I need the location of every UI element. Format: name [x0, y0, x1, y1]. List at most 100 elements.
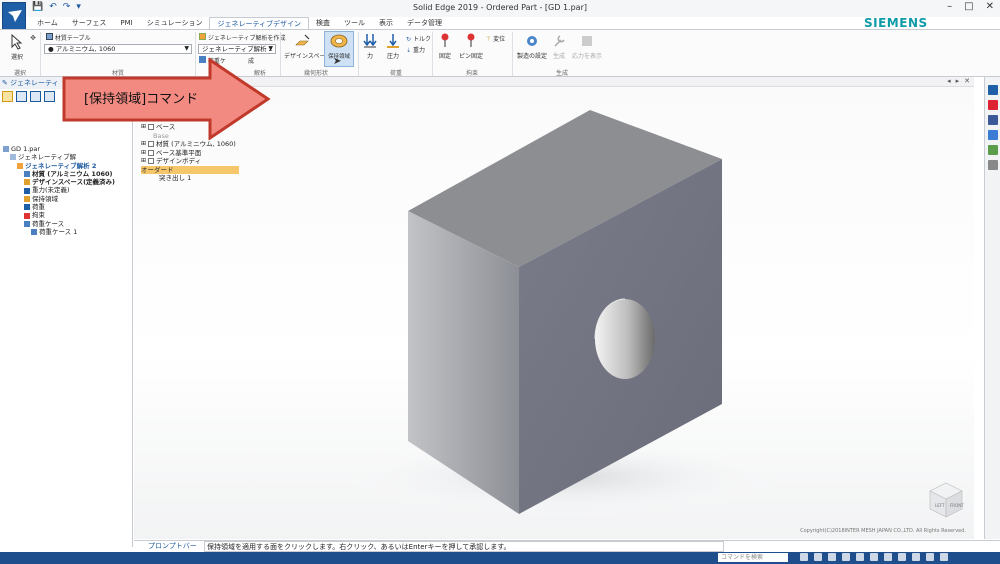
- tree-item-label: 材質 (アルミニウム 1060): [32, 169, 113, 178]
- ribbon-tabs: ホーム サーフェス PMI シミュレーション ジェネレーティブデザイン 検査 ツ…: [30, 17, 449, 29]
- loads-group-label: 荷重: [390, 70, 403, 77]
- constraints-group-label: 拘束: [466, 70, 479, 77]
- gravity-icon: ⇣: [406, 47, 412, 54]
- home-icon[interactable]: [988, 85, 998, 95]
- help-icon[interactable]: [988, 130, 998, 140]
- manufacturing-settings-button[interactable]: 製造の設定: [516, 33, 548, 60]
- stress-icon: [582, 36, 592, 46]
- tree-item-label: ジェネレーティブ解: [18, 153, 77, 162]
- tree-item[interactable]: 重力(未定義): [3, 186, 132, 194]
- callout-label: [保持領域]コマンド: [84, 92, 199, 107]
- force-button[interactable]: 力: [362, 33, 378, 60]
- community-icon[interactable]: [988, 145, 998, 155]
- maximize-button[interactable]: □: [964, 1, 973, 12]
- material-sphere-icon: ●: [48, 45, 54, 53]
- load-icon: [24, 204, 30, 211]
- displacement-button[interactable]: ⊤ 変位: [486, 34, 505, 43]
- shading-icon[interactable]: [870, 553, 878, 561]
- rotate-icon[interactable]: [842, 553, 850, 561]
- study-select[interactable]: ジェネレーティブ解析 2 ▼: [198, 44, 276, 54]
- status-icons: [800, 553, 948, 561]
- tree-item[interactable]: ジェネレーティブ解: [3, 153, 132, 161]
- tab-home[interactable]: ホーム: [30, 17, 65, 29]
- torque-button[interactable]: ↻ トルク: [406, 34, 431, 43]
- select-arrow-icon: [11, 33, 23, 50]
- gravity-button[interactable]: ⇣ 重力: [406, 45, 425, 54]
- prompt-bar: プロンプトバー 保持領域を適用する面をクリックします。右クリック、あるいはEnt…: [134, 540, 1000, 552]
- title-bar: 💾 ↶ ↷ ▾ Solid Edge 2019 - Ordered Part -…: [0, 0, 1000, 17]
- tree-item[interactable]: 材質 (アルミニウム 1060): [3, 170, 132, 178]
- pathfinder-panel: ✎ ジェネレーティ GD 1.par ジェネレーティブ解 ジェネレーティブ解析 2材…: [0, 77, 133, 547]
- study-folder-icon: [10, 154, 16, 161]
- window-controls: – □ ✕: [947, 1, 994, 12]
- image-icon[interactable]: [44, 91, 55, 102]
- fit-icon[interactable]: [814, 553, 822, 561]
- key-icon[interactable]: [2, 91, 13, 102]
- tree-item[interactable]: 拘束: [3, 211, 132, 219]
- zoom-icon[interactable]: [800, 553, 808, 561]
- generate-button[interactable]: 生成: [551, 33, 567, 60]
- view-cube[interactable]: LEFT FRONT: [926, 479, 966, 519]
- force-icon: [363, 34, 377, 48]
- right-toolbar: [984, 77, 1000, 539]
- tab-view[interactable]: 表示: [372, 17, 400, 29]
- pin-icon: ✎: [2, 79, 8, 87]
- material-select[interactable]: ● アルミニウム, 1060 ▼: [44, 44, 192, 54]
- facebook-icon[interactable]: [988, 115, 998, 125]
- display-icon[interactable]: [884, 553, 892, 561]
- pathfinder-icon[interactable]: [16, 91, 27, 102]
- design-space-icon: [24, 179, 30, 186]
- tab-data-management[interactable]: データ管理: [400, 17, 449, 29]
- select-group-label: 選択: [14, 70, 27, 77]
- tree-item[interactable]: 荷重ケース: [3, 220, 132, 228]
- select-button[interactable]: 選択: [6, 33, 28, 61]
- layers-icon[interactable]: [30, 91, 41, 102]
- tree-item[interactable]: ジェネレーティブ解析 2: [3, 162, 132, 170]
- part-icon: [3, 146, 9, 153]
- material-table-button[interactable]: 材質テーブル: [46, 33, 91, 42]
- pin-fixed-button[interactable]: ピン固定: [458, 33, 484, 60]
- divider: [512, 32, 513, 76]
- command-search-input[interactable]: コマンドを検索: [718, 553, 788, 562]
- named-views-icon[interactable]: [912, 553, 920, 561]
- tree-item[interactable]: 荷重: [3, 203, 132, 211]
- cad-model[interactable]: [134, 77, 974, 539]
- view-cube-front-label: FRONT: [950, 503, 964, 508]
- pressure-button[interactable]: 圧力: [383, 33, 403, 60]
- tab-inspect[interactable]: 検査: [309, 17, 337, 29]
- options-icon[interactable]: [926, 553, 934, 561]
- chevron-down-icon: ▼: [184, 45, 189, 52]
- create-study-button[interactable]: ジェネレーティブ解析を作成: [199, 33, 286, 42]
- tree-item-label: ジェネレーティブ解析 2: [25, 161, 97, 170]
- tab-simulation[interactable]: シミュレーション: [140, 17, 210, 29]
- tab-surfacing[interactable]: サーフェス: [65, 17, 114, 29]
- load-case-folder-icon: [24, 220, 30, 227]
- design-space-button[interactable]: デザインスペー: [284, 33, 325, 60]
- prompt-bar-label: プロンプトバー: [148, 542, 197, 550]
- application-button[interactable]: [2, 2, 26, 30]
- section-icon[interactable]: [898, 553, 906, 561]
- minimize-button[interactable]: –: [947, 1, 952, 12]
- graphics-window[interactable]: ◂ ▸ ✕ ⊞ ベース Base ⊞ 材質 (アルミニウム, 1060) ⊞ ベース基準平面…: [134, 77, 974, 539]
- material-table-icon: [46, 33, 53, 40]
- prompt-message: 保持領域を適用する面をクリックします。右クリック、あるいはEnterキーを押して…: [204, 541, 724, 552]
- select-options-icon[interactable]: ✥: [28, 34, 38, 42]
- fullscreen-icon[interactable]: [940, 553, 948, 561]
- close-button[interactable]: ✕: [986, 1, 994, 12]
- fixed-button[interactable]: 固定: [436, 33, 454, 60]
- tab-generative-design[interactable]: ジェネレーティブデザイン: [209, 17, 310, 29]
- settings-icon[interactable]: [988, 160, 998, 170]
- tree-item-label: 荷重ケース: [32, 219, 65, 228]
- tab-tools[interactable]: ツール: [337, 17, 372, 29]
- youtube-icon[interactable]: [988, 100, 998, 110]
- tree-item[interactable]: 保持領域: [3, 195, 132, 203]
- constraint-icon: [24, 212, 30, 219]
- gear-icon: [527, 36, 537, 46]
- torque-icon: ↻: [406, 36, 412, 43]
- view-style-icon[interactable]: [856, 553, 864, 561]
- tab-pmi[interactable]: PMI: [113, 17, 139, 29]
- pan-icon[interactable]: [828, 553, 836, 561]
- show-stress-button[interactable]: 応力を表示: [570, 33, 604, 60]
- tree-item[interactable]: 荷重ケース 1: [3, 228, 132, 236]
- tree-item-label: 荷重ケース 1: [39, 227, 78, 236]
